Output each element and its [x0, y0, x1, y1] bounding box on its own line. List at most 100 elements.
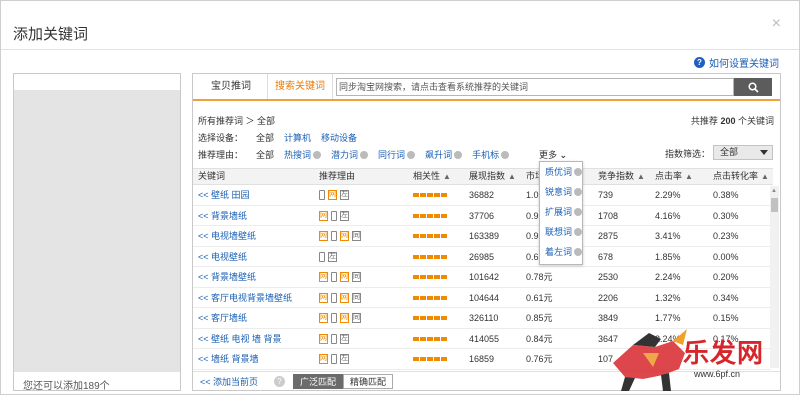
col-cvr-label: 点击转化率 [713, 171, 759, 181]
reason-icons: 网网同 [319, 226, 361, 246]
index-filter-label: 指数筛选： [665, 149, 711, 159]
keyword-add-link[interactable]: << 壁纸 电视 墙 背景 [198, 329, 282, 349]
sort-icon: ▲ [443, 172, 451, 181]
relevance-bar [413, 206, 447, 226]
relevance-segment [413, 295, 419, 300]
relevance-segment [441, 275, 447, 279]
question-icon[interactable]: ? [274, 376, 286, 387]
reason-icons: 网网同 [319, 267, 361, 287]
impression-index: 37706 [469, 210, 495, 221]
col-impression[interactable]: 展现指数 ▲ [469, 169, 516, 184]
relevance-segment [434, 295, 440, 300]
relevance-bar [413, 267, 447, 287]
relevance-segment [413, 213, 419, 218]
relevance-segment [441, 254, 447, 259]
keyword-add-link[interactable]: << 客厅电视背景墙壁纸 [198, 288, 292, 308]
close-icon[interactable]: × [772, 15, 781, 33]
relevance-segment [434, 316, 440, 320]
col-keyword-label: 关键词 [198, 171, 226, 181]
dialog-title: 添加关键词 [13, 26, 89, 43]
reason-rising-label: 飙升词 [425, 150, 453, 160]
keyword-add-link[interactable]: << 背景墙壁纸 [198, 267, 256, 287]
table-header: 关键词 推荐理由 相关性 ▲ 展现指数 ▲ 市场 竞争指数 ▲ 点击率 ▲ 点击转化率 ▲ [193, 168, 773, 185]
popup-item-associate[interactable]: 联想词 [540, 222, 582, 242]
popup-item-sharp[interactable]: 锐意词 [540, 182, 582, 202]
click-rate: 2.24% [655, 272, 681, 282]
index-filter-select[interactable]: 全部 [713, 145, 773, 160]
add-current-page-link[interactable]: << 添加当前页 [200, 375, 258, 388]
col-ctr[interactable]: 点击率 ▲ [655, 169, 693, 184]
relevance-segment [434, 254, 440, 259]
keyword-add-link[interactable]: << 电视墙壁纸 [198, 226, 256, 246]
popup-item-label: 联想词 [545, 227, 573, 237]
click-rate: 1.32% [655, 292, 681, 303]
reason-option-all[interactable]: 全部 [256, 148, 274, 161]
reason-icons: 网左 [319, 185, 349, 205]
more-dropdown[interactable]: 更多 ⌄ [539, 148, 567, 161]
mobile-reason-icon [331, 292, 337, 303]
device-option-all[interactable]: 全部 [256, 131, 274, 144]
relevance-segment [434, 275, 440, 279]
relevance-segment [441, 336, 447, 341]
tab-item-recommend[interactable]: 宝贝推词 [203, 74, 259, 99]
tab-search-keyword[interactable]: 搜索关键词 [267, 74, 333, 99]
col-relevance[interactable]: 相关性 ▲ [413, 169, 451, 184]
keyword-add-link[interactable]: << 背景墙纸 [198, 206, 247, 226]
remaining-count: 您还可以添加189个 [23, 381, 110, 392]
sort-icon: ▲ [761, 172, 769, 181]
reason-option-mobile-tag[interactable]: 手机标 [472, 148, 510, 161]
reason-option-potential[interactable]: 潜力词 [331, 148, 369, 161]
info-icon [501, 150, 510, 159]
relevance-segment [434, 336, 440, 341]
chevron-down-icon: ⌄ [559, 150, 568, 160]
relevance-bar [413, 247, 447, 267]
relevance-bar [413, 185, 447, 205]
reason-option-peer[interactable]: 同行词 [378, 148, 416, 161]
device-filter: 选择设备： 全部 计算机 移动设备 [198, 131, 367, 144]
search-button[interactable] [734, 78, 772, 96]
relevance-segment [420, 316, 426, 320]
doc-reason-icon: 左 [340, 210, 349, 221]
net-reason-icon: 网 [319, 292, 328, 303]
relevance-segment [413, 275, 419, 279]
doc-reason-icon: 左 [340, 354, 349, 364]
mobile-reason-icon [331, 354, 337, 364]
market-price: 0.85元 [526, 313, 553, 323]
mobile-reason-icon [331, 313, 337, 323]
scroll-up-icon[interactable]: ▲ [771, 188, 777, 194]
col-cvr[interactable]: 点击转化率 ▲ [713, 169, 769, 184]
market-price: 0.6 [526, 251, 539, 262]
relevance-segment [420, 295, 426, 300]
popup-item-left[interactable]: 着左词 [540, 242, 582, 262]
impression-index: 326110 [469, 313, 499, 323]
col-competition[interactable]: 竞争指数 ▲ [598, 169, 645, 184]
exact-match-button[interactable]: 精确匹配 [343, 374, 394, 389]
help-link[interactable]: ? 如何设置关键词 [694, 55, 779, 70]
keyword-add-link[interactable]: << 客厅墙纸 [198, 308, 247, 328]
reason-option-rising[interactable]: 飙升词 [425, 148, 463, 161]
conversion-rate: 0.38% [713, 190, 739, 200]
popup-item-quality[interactable]: 质优词 [540, 162, 582, 182]
search-input[interactable]: 同步淘宝网搜索，请点击查看系统推荐的关键词 [336, 78, 734, 96]
relevance-segment [413, 336, 419, 341]
keyword-add-link[interactable]: << 电视壁纸 [198, 247, 247, 267]
conversion-rate: 0.23% [713, 231, 739, 241]
device-option-mobile[interactable]: 移动设备 [321, 131, 357, 144]
popup-item-extend[interactable]: 扩展词 [540, 202, 582, 222]
device-option-computer[interactable]: 计算机 [284, 131, 311, 144]
relevance-segment [420, 254, 426, 259]
relevance-segment [441, 295, 447, 300]
broad-match-button[interactable]: 广泛匹配 [293, 374, 344, 389]
mobile-reason-icon [331, 333, 337, 344]
reason-option-hot[interactable]: 热搜词 [284, 148, 322, 161]
scrollbar-thumb[interactable] [771, 198, 778, 212]
relevance-segment [441, 193, 447, 197]
keyword-add-link[interactable]: << 墙纸 背景墙 [198, 349, 259, 369]
relevance-segment [420, 213, 426, 218]
reason-icons: 网网同 [319, 288, 361, 308]
net-reason-icon: 网 [340, 231, 349, 241]
reason-icons: 网左 [319, 349, 349, 369]
relevance-segment [427, 254, 433, 259]
info-icon [574, 228, 582, 236]
keyword-add-link[interactable]: << 壁纸 田园 [198, 185, 250, 205]
